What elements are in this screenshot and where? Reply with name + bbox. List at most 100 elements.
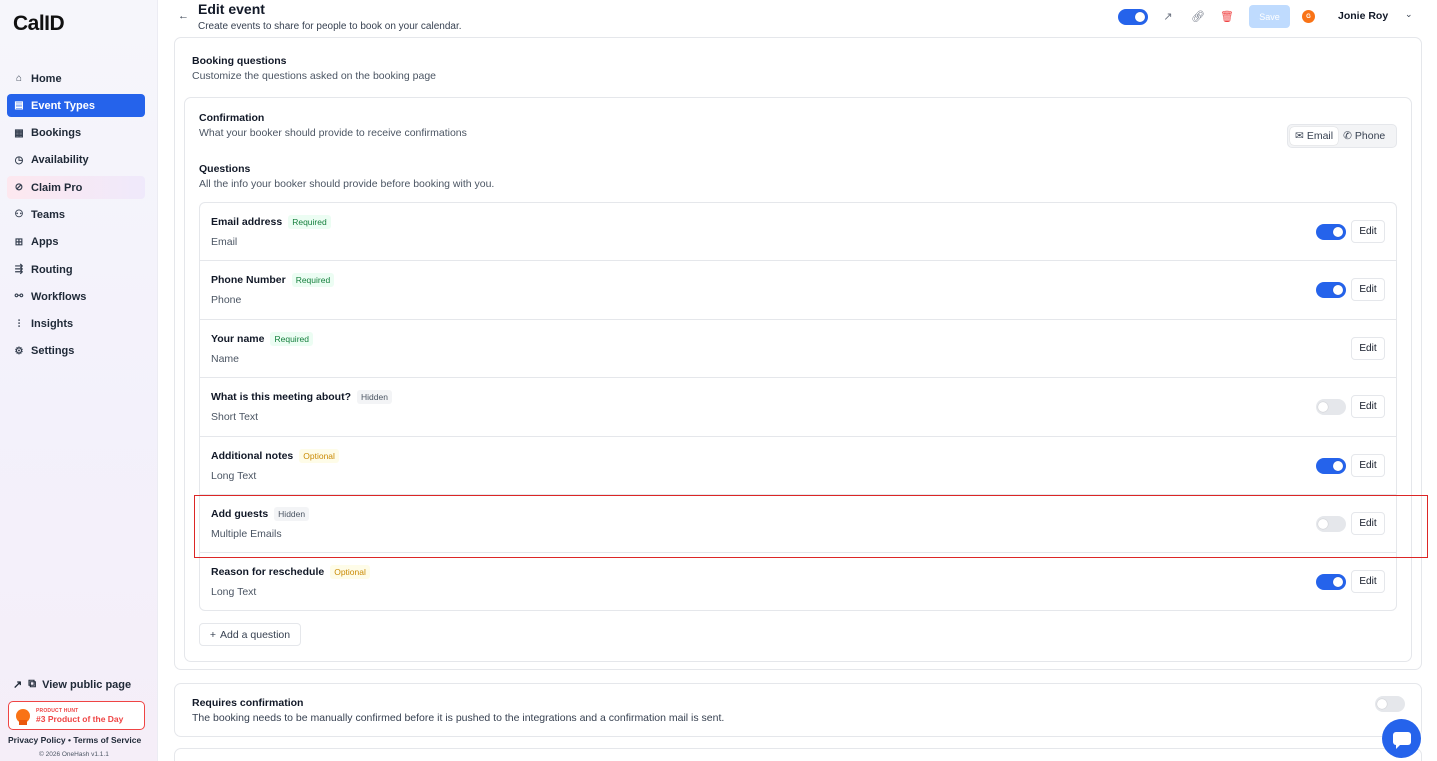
requires-confirmation-subtitle: The booking needs to be manually confirm… xyxy=(192,712,725,724)
bookings-icon: ▦ xyxy=(14,127,24,139)
confirmation-phone-option[interactable]: ✆ Phone xyxy=(1338,127,1390,145)
product-hunt-badge[interactable]: PRODUCT HUNT #3 Product of the Day xyxy=(8,701,145,730)
status-badge: Required xyxy=(288,215,331,229)
question-visibility-toggle[interactable] xyxy=(1316,399,1346,418)
chevron-down-icon[interactable]: ⌄ xyxy=(1405,9,1413,20)
question-visibility-toggle[interactable] xyxy=(1316,574,1346,593)
link-icon[interactable]: 🔗︎ xyxy=(1191,9,1205,23)
sidebar-item-routing[interactable]: ⇶ Routing xyxy=(7,258,145,281)
sidebar-item-label: Apps xyxy=(31,236,59,249)
edit-question-button[interactable]: Edit xyxy=(1351,395,1385,419)
edit-question-button[interactable]: Edit xyxy=(1351,220,1385,243)
requires-confirmation-card xyxy=(174,683,1422,737)
status-badge: Optional xyxy=(330,565,370,580)
edit-question-button[interactable]: Edit xyxy=(1351,570,1385,594)
question-type: Email xyxy=(211,236,238,248)
question-label: Phone Number xyxy=(211,274,286,287)
question-row: Phone Number Required Phone Edit xyxy=(200,261,1396,320)
question-label-group: Email address Required xyxy=(211,215,331,229)
question-type: Name xyxy=(211,352,240,365)
chat-button[interactable] xyxy=(1382,719,1421,758)
question-label-group: Reason for reschedule Optional xyxy=(211,565,370,580)
requires-confirmation-toggle[interactable] xyxy=(1375,696,1405,715)
question-visibility-toggle[interactable] xyxy=(1316,282,1346,301)
back-arrow-icon[interactable]: ← xyxy=(178,10,189,22)
sidebar-item-availability[interactable]: ◷ Availability xyxy=(7,149,145,172)
user-name[interactable]: Jonie Roy xyxy=(1338,10,1388,22)
question-label: Additional notes xyxy=(211,449,294,462)
copyright: © 2026 OneHash v1.1.1 xyxy=(39,751,109,758)
event-enabled-toggle[interactable] xyxy=(1118,9,1148,28)
save-button[interactable]: Save xyxy=(1249,5,1290,28)
page-subtitle: Create events to share for people to boo… xyxy=(198,21,462,32)
question-visibility-toggle[interactable] xyxy=(1316,224,1346,243)
sidebar-item-label: Availability xyxy=(31,154,89,167)
sidebar-item-claim-pro[interactable]: ⊘ Claim Pro xyxy=(7,176,145,200)
apps-icon: ⊞ xyxy=(14,236,24,248)
edit-question-button[interactable]: Edit xyxy=(1351,453,1385,477)
booking-questions-title: Booking questions xyxy=(192,55,287,67)
question-type: Short Text xyxy=(211,411,259,424)
confirmation-email-option[interactable]: ✉ Email xyxy=(1290,127,1339,145)
sidebar-item-workflows[interactable]: ⚯ Workflows xyxy=(7,285,145,308)
question-row: Reason for reschedule Optional Long Text Ed… xyxy=(200,553,1396,610)
sidebar: CalID ⌂ Home ▤ Event Types ▦ Bookings ◷ Availab… xyxy=(0,0,158,761)
confirmation-title: Confirmation xyxy=(199,112,265,124)
question-row: Your name Required Name Edit xyxy=(200,320,1396,379)
status-badge: Hidden xyxy=(274,506,310,521)
edit-question-button[interactable]: Edit xyxy=(1351,336,1385,360)
question-row: Additional notes Optional Long Text Edit xyxy=(200,437,1396,495)
home-icon: ⌂ xyxy=(15,73,23,84)
status-badge: Required xyxy=(270,331,313,346)
sidebar-nav: ⌂ Home ▤ Event Types ▦ Bookings ◷ Availability ⊘… xyxy=(7,67,145,367)
sidebar-item-insights[interactable]: ⫶ Insights xyxy=(7,313,145,336)
booking-questions-subtitle: Customize the questions asked on the boo… xyxy=(192,70,436,82)
product-hunt-rank: #3 Product of the Day xyxy=(36,713,124,724)
question-type: Phone xyxy=(211,294,242,307)
medal-icon xyxy=(16,708,30,725)
edit-question-button[interactable]: Edit xyxy=(1351,278,1385,302)
question-label: Email address xyxy=(211,216,283,228)
sidebar-item-home[interactable]: ⌂ Home xyxy=(7,67,145,90)
confirmation-subtitle: What your booker should provide to recei… xyxy=(199,127,467,139)
confirmation-email-label: Email xyxy=(1306,130,1334,142)
external-link-icon[interactable]: ↗ xyxy=(1161,9,1175,23)
confirmation-method-toggle: ✉ Email ✆ Phone xyxy=(1287,124,1397,148)
question-label: Reason for reschedule xyxy=(211,566,325,579)
question-label-group: Your name Required xyxy=(211,331,313,346)
page-title: Edit event xyxy=(198,1,265,17)
question-visibility-toggle[interactable] xyxy=(1316,457,1346,477)
requires-confirmation-title: Requires confirmation xyxy=(192,697,304,709)
sidebar-item-label: Claim Pro xyxy=(31,181,83,194)
insights-icon: ⫶ xyxy=(17,318,21,330)
availability-icon: ◷ xyxy=(14,154,24,166)
sidebar-item-label: Bookings xyxy=(31,127,82,140)
sidebar-item-label: Teams xyxy=(31,208,66,221)
sidebar-item-label: Settings xyxy=(31,345,75,358)
status-badge: Optional xyxy=(299,448,339,463)
add-question-button[interactable]: + Add a question xyxy=(199,623,301,646)
avatar[interactable]: G xyxy=(1302,10,1315,23)
sidebar-item-bookings[interactable]: ▦ Bookings xyxy=(7,122,145,145)
sidebar-item-label: Home xyxy=(31,72,62,85)
sidebar-item-apps[interactable]: ⊞ Apps xyxy=(7,231,145,254)
next-settings-card xyxy=(174,748,1422,761)
question-visibility-toggle[interactable] xyxy=(1316,515,1346,535)
question-type: Multiple Emails xyxy=(211,527,282,540)
legal-links[interactable]: Privacy Policy • Terms of Service xyxy=(8,735,141,745)
sidebar-item-label: Insights xyxy=(31,318,74,331)
question-row: Add guests Hidden Multiple Emails Edit xyxy=(200,495,1396,554)
question-row: What is this meeting about? Hidden Short T… xyxy=(200,378,1396,437)
questions-list: Email address Required Email Edit Phone Numb… xyxy=(199,202,1397,611)
question-type: Long Text xyxy=(211,586,257,599)
view-public-page-link[interactable]: ↗ ⧉ View public page xyxy=(13,678,131,691)
edit-question-button[interactable]: Edit xyxy=(1351,511,1385,535)
question-type: Long Text xyxy=(211,469,257,482)
view-public-label: View public page xyxy=(42,678,132,691)
questions-title: Questions xyxy=(199,163,251,175)
sidebar-item-event-types[interactable]: ▤ Event Types xyxy=(7,94,145,118)
sidebar-item-teams[interactable]: ⚇ Teams xyxy=(7,203,145,226)
trash-icon[interactable]: 🗑︎ xyxy=(1220,9,1234,23)
sidebar-item-settings[interactable]: ⚙ Settings xyxy=(7,340,145,363)
app-logo: CalID xyxy=(13,12,65,35)
